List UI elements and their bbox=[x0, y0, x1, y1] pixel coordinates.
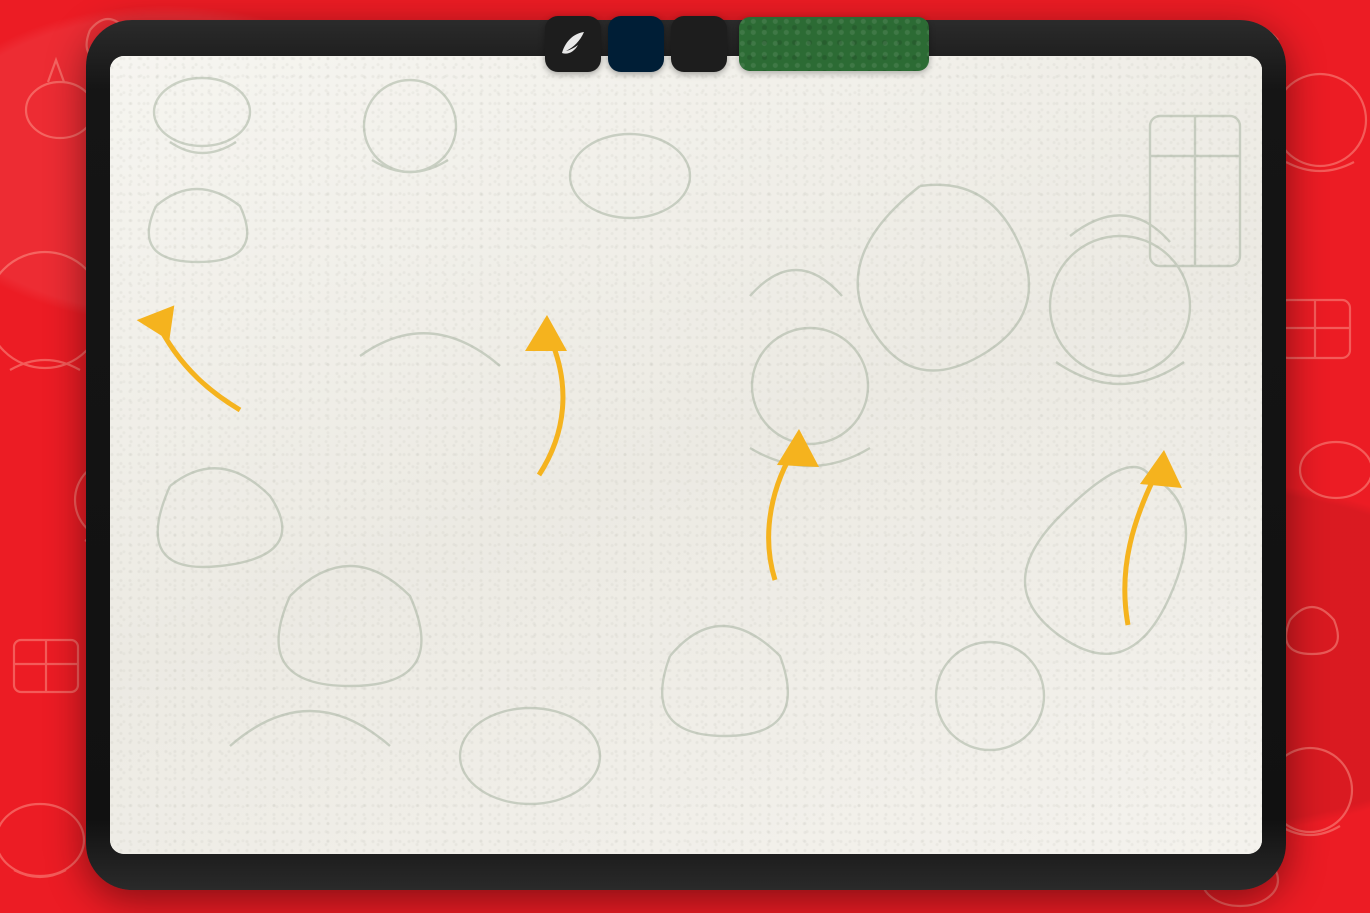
photoshop-icon[interactable] bbox=[608, 16, 664, 72]
shapes-count-badge bbox=[739, 17, 929, 71]
arrow-to-ornaments bbox=[525, 315, 567, 477]
arrow-to-characters bbox=[1122, 450, 1182, 626]
illustrator-icon[interactable] bbox=[671, 16, 727, 72]
app-badge-bar bbox=[545, 16, 929, 72]
procreate-glyph bbox=[562, 32, 584, 54]
arrow-to-sweets bbox=[136, 305, 242, 413]
procreate-icon[interactable] bbox=[545, 16, 601, 72]
tablet-screen bbox=[110, 56, 1262, 854]
arrow-to-decorations bbox=[766, 429, 819, 581]
screen-doodle-illustrations bbox=[147, 76, 1242, 806]
